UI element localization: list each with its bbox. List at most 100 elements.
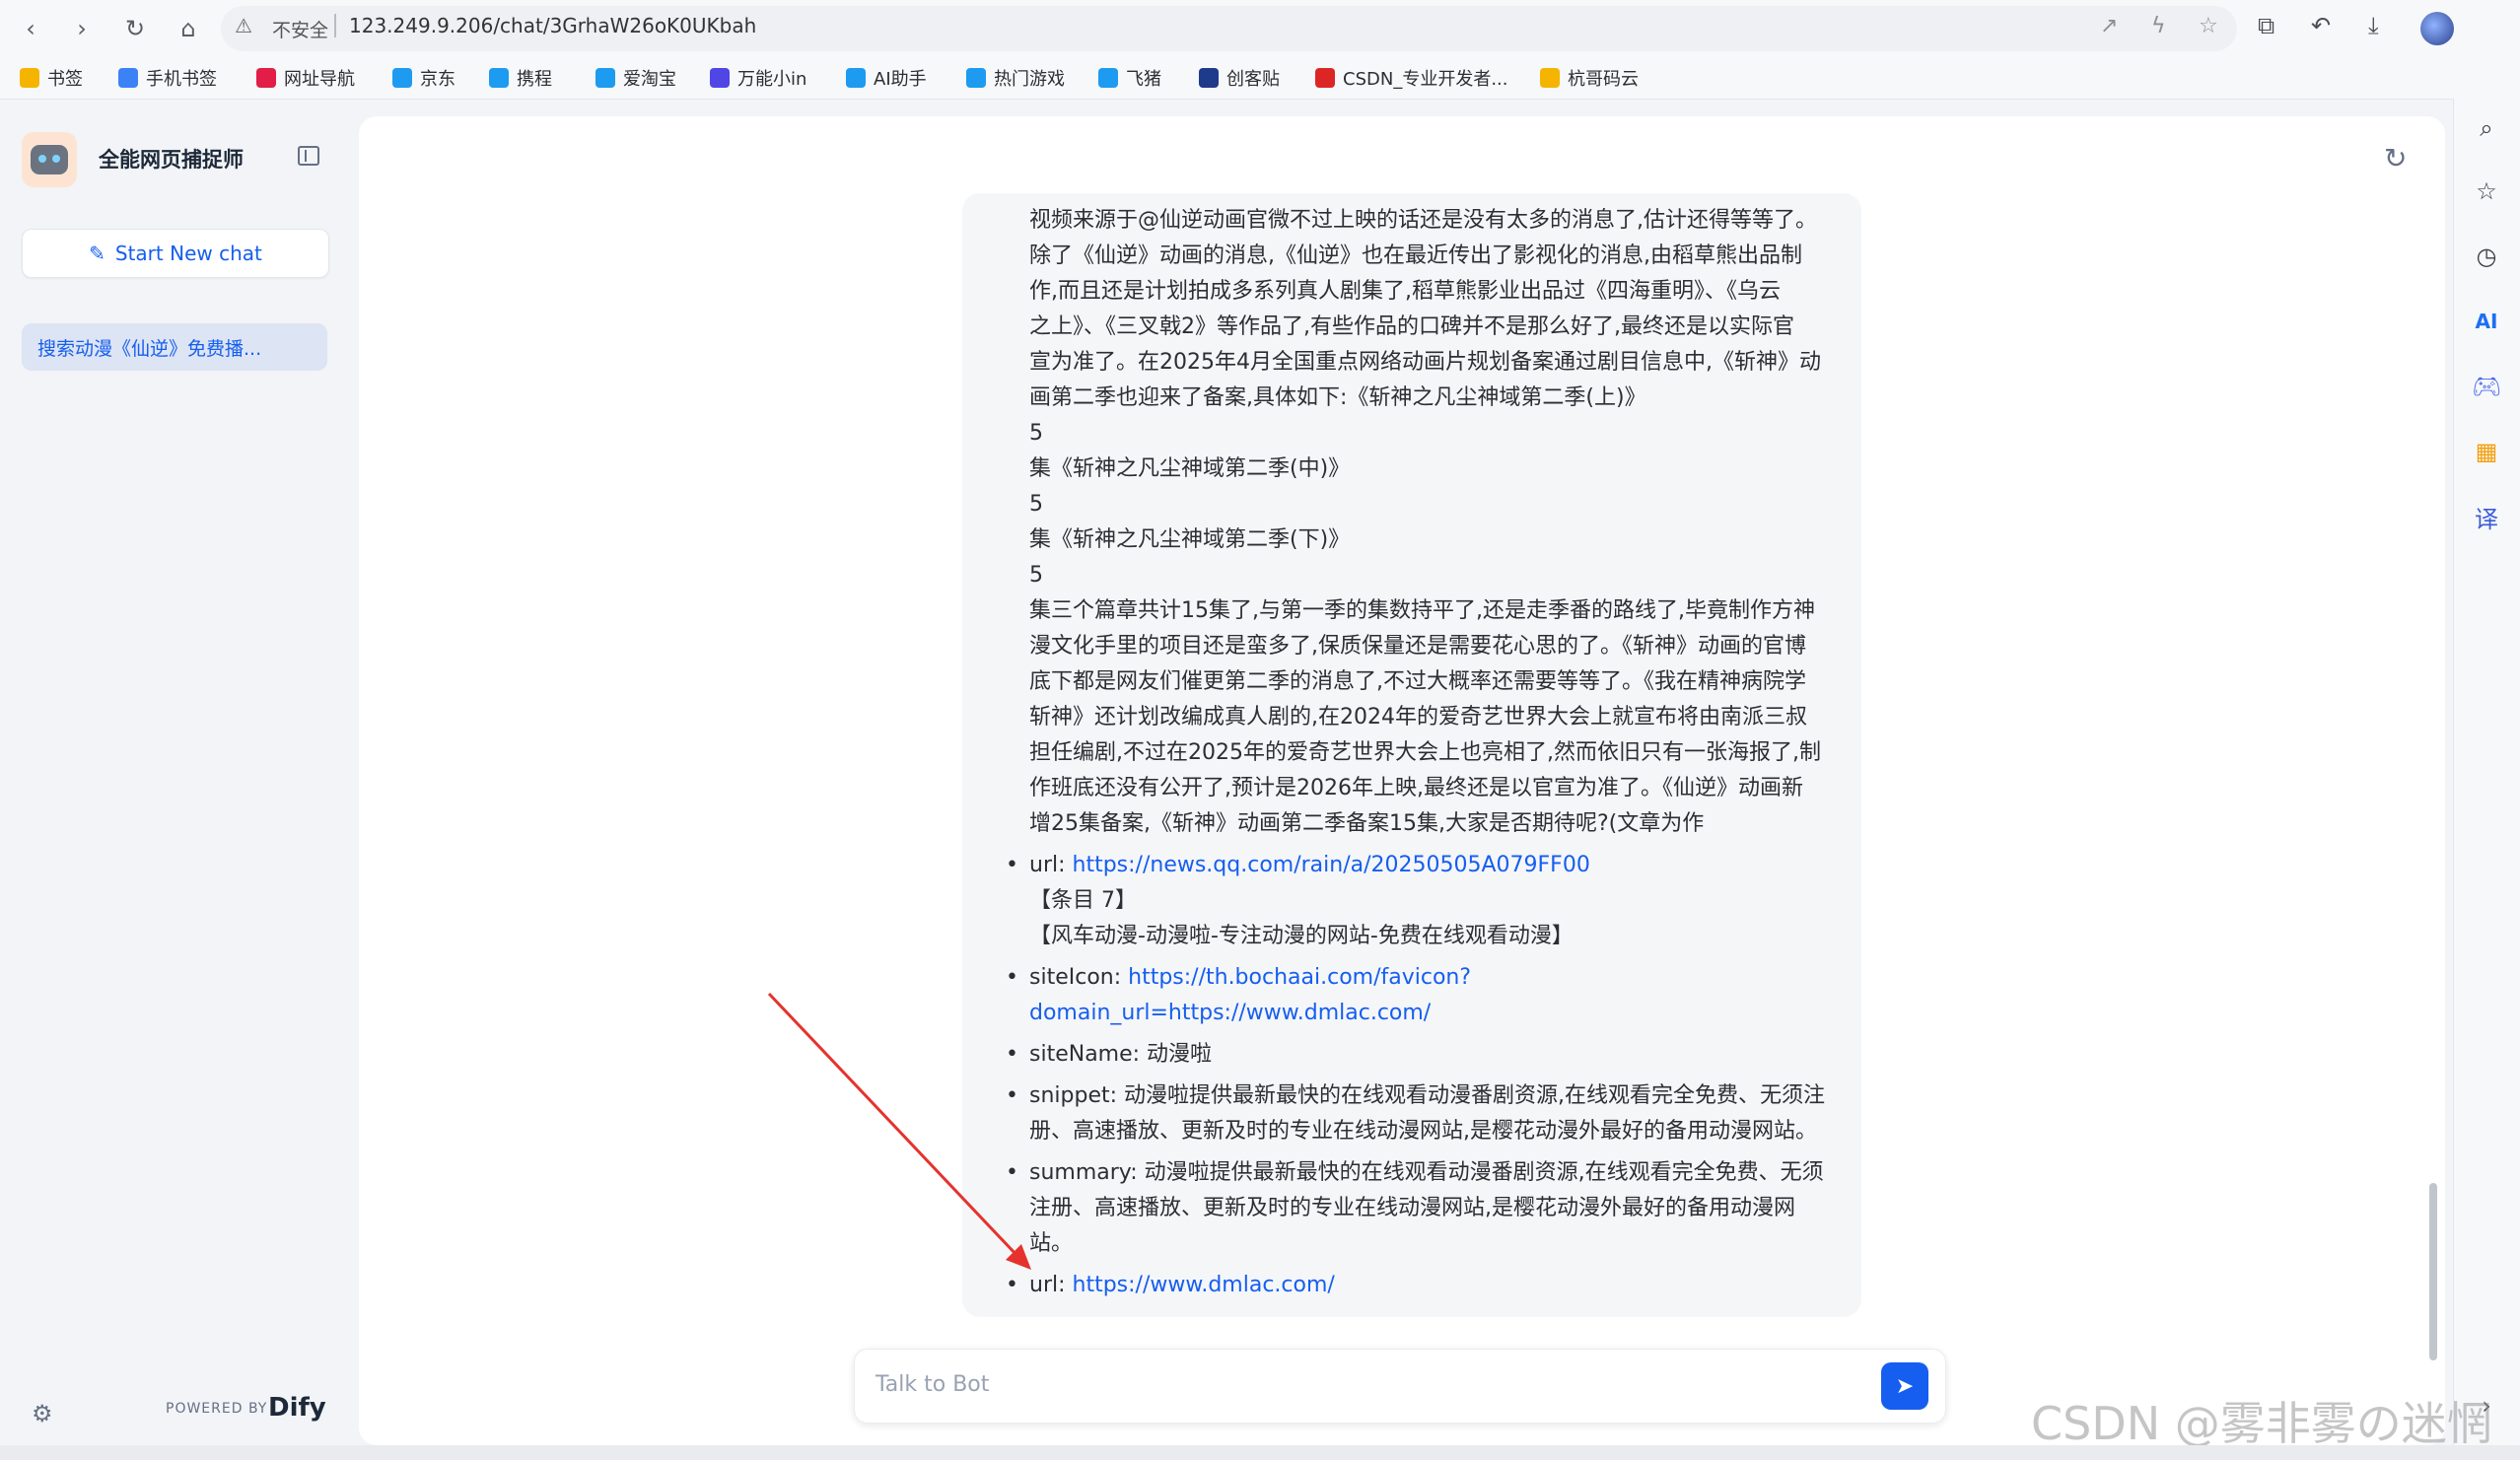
paragraph-line: 5 [1029,563,1043,588]
bookmark-label: 飞猪 [1126,69,1161,90]
share-icon[interactable]: ↗ [2100,14,2118,38]
favorites-star-icon[interactable]: ☆ [2471,175,2502,207]
bolt-icon[interactable]: ϟ [2151,14,2166,38]
bookmark-icon [20,68,39,88]
chat-input[interactable] [854,1349,1946,1424]
reload-icon[interactable]: ↻ [118,12,152,45]
bookmark-label: 爱淘宝 [623,69,676,90]
watermark: CSDN @雾非雾の迷惘 [2031,1397,2492,1450]
bookmark-label: 创客贴 [1226,69,1280,90]
bookmark-item[interactable]: CSDN_专业开发者... [1315,65,1507,91]
bookmark-icon [392,68,412,88]
news-url-link[interactable]: https://news.qq.com/rain/a/20250505A079F… [1073,853,1590,877]
bookmark-label: 手机书签 [146,69,217,90]
bookmark-icon [595,68,615,88]
bookmark-icon [1540,68,1560,88]
bookmark-item[interactable]: 杭哥码云 [1540,65,1639,91]
paragraph-line: 斩神》还计划改编成真人剧的,在2024年的爱奇艺世界大会上就宣布将由南派三叔 [1029,705,1807,730]
insecure-label[interactable]: 不安全 [272,16,328,42]
warning-icon[interactable]: ⚠ [235,14,252,37]
bookmark-item[interactable]: 网址导航 [256,65,355,91]
gamepad-icon[interactable]: 🎮︎ [2471,371,2502,402]
list-item-url-final: url: https://www.dmlac.com/ [1006,1268,1838,1303]
profile-avatar[interactable] [2420,12,2454,45]
bookmark-icon [710,68,730,88]
siteicon-link-line2[interactable]: domain_url=https://www.dmlac.com/ [1029,1001,1431,1025]
bookmark-item[interactable]: 手机书签 [118,65,217,91]
bookmark-item[interactable]: 飞猪 [1098,65,1161,91]
bookmark-label: 万能小in [737,69,807,90]
search-icon[interactable]: ⌕ [2471,112,2502,144]
paragraph-line: 5 [1029,492,1043,517]
app-title: 全能网页捕捉师 [99,148,244,172]
robot-icon [31,145,68,174]
bookmark-icon [846,68,866,88]
bookmark-label: 书签 [47,69,83,90]
paragraph-line: 除了《仙逆》动画的消息,《仙逆》也在最近传出了影视化的消息,由稻草熊出品制 [1029,243,1802,268]
bookmark-item[interactable]: 万能小in [710,65,806,91]
bookmark-icon [118,68,138,88]
bookmark-icon [966,68,986,88]
ai-assistant-icon[interactable]: AI [2471,306,2502,337]
bookmark-icon [256,68,276,88]
siteicon-link-line1[interactable]: https://th.bochaai.com/favicon? [1128,965,1471,990]
bookmark-item[interactable]: AI助手 [846,65,927,91]
paragraph-line: 担任编剧,不过在2025年的爱奇艺世界大会上也亮相了,然而依旧只有一张海报了,制 [1029,740,1821,765]
undo-dropdown-icon[interactable]: ↶ [2311,12,2331,39]
chat-input-placeholder[interactable]: Talk to Bot [875,1372,989,1397]
paragraph-line: 集《斩神之凡尘神域第二季(下)》 [1029,527,1351,552]
conversation-item[interactable]: 搜索动漫《仙逆》免费播... [22,323,327,371]
download-icon[interactable]: ⤓ [2368,12,2379,39]
bookmark-label: 网址导航 [284,69,355,90]
bookmark-item[interactable]: 热门游戏 [966,65,1065,91]
send-button[interactable]: ➤ [1881,1362,1928,1410]
list-item-siteicon: siteIcon: https://th.bochaai.com/favicon… [1006,960,1838,1031]
bookmark-item[interactable]: 创客贴 [1199,65,1280,91]
settings-sliders-icon[interactable]: ⚙ [32,1400,53,1427]
start-new-chat-label: Start New chat [114,242,262,265]
scrollbar-thumb[interactable] [2429,1183,2437,1360]
toolbox-icon[interactable]: ▦ [2471,436,2502,467]
bookmark-label: 杭哥码云 [1568,69,1639,90]
arrow-shaft [767,992,1019,1258]
paragraph-line: 集三个篇章共计15集了,与第一季的集数持平了,还是走季番的路线了,毕竟制作方神 [1029,598,1815,623]
paragraph-line: 之上》、《三叉戟2》等作品了,有些作品的口碑并不是那么好了,最终还是以实际官 [1029,314,1794,339]
paragraph-line: 作班底还没有公开了,预计是2026年上映,最终还是以官宣为准了。《仙逆》动画新 [1029,776,1803,800]
bookmark-item[interactable]: 携程 [489,65,552,91]
item7-title: 【风车动漫-动漫啦-专注动漫的网站-免费在线观看动漫】 [1029,924,1574,948]
extensions-icon[interactable]: ⧉ [2258,12,2275,39]
sitename-value: 动漫啦 [1147,1042,1213,1067]
sidebar-collapse-icon[interactable] [298,146,319,166]
paragraph-line: 5 [1029,421,1043,446]
bookmark-item[interactable]: 爱淘宝 [595,65,676,91]
paragraph-line: 宣为准了。在2025年4月全国重点网络动画片规划备案通过剧目信息中,《斩神》动 [1029,350,1821,375]
powered-by-label: POWERED BY [166,1401,268,1417]
result-list: url: https://news.qq.com/rain/a/20250505… [1006,848,1838,1303]
snippet-value: 动漫啦提供最新最快的在线观看动漫番剧资源,在线观看完全免费、无须注册、高速播放、… [1029,1083,1826,1144]
bookmark-item[interactable]: 京东 [392,65,455,91]
app-logo [22,132,77,187]
dify-logo: Dify [268,1393,326,1423]
forward-arrow-icon[interactable]: › [65,12,99,45]
edit-icon: ✎ [89,242,105,265]
paragraph-line: 视频来源于@仙逆动画官微不过上映的话还是没有太多的消息了,估计还得等等了。 [1029,208,1817,233]
home-icon[interactable]: ⌂ [172,12,205,45]
paragraph-line: 画第二季也迎来了备案,具体如下:《斩神之凡尘神域第二季(上)》 [1029,385,1646,410]
refresh-conversation-icon[interactable]: ↻ [2384,142,2407,174]
browser-sidebar [2453,99,2520,1445]
annotation-arrow [767,992,1031,1270]
list-item-summary: summary: 动漫啦提供最新最快的在线观看动漫番剧资源,在线观看完全免费、无… [1006,1155,1838,1262]
start-new-chat-button[interactable]: ✎ Start New chat [22,229,329,278]
bookmark-item[interactable]: 书签 [20,65,83,91]
bookmark-icon [1315,68,1335,88]
list-item-snippet: snippet: 动漫啦提供最新最快的在线观看动漫番剧资源,在线观看完全免费、无… [1006,1078,1838,1149]
window-bottom-edge [0,1445,2520,1460]
site-url-link[interactable]: https://www.dmlac.com/ [1073,1273,1335,1297]
back-arrow-icon[interactable]: ‹ [14,12,47,45]
history-clock-icon[interactable]: ◷ [2471,241,2502,272]
paragraph-line: 底下都是网友们催更第二季的消息了,不过大概率还需要等等了。《我在精神病院学 [1029,669,1806,694]
translate-icon[interactable]: 译 [2471,501,2502,533]
url-text[interactable]: 123.249.9.206/chat/3GrhaW26oK0UKbah [349,14,756,37]
favorite-star-icon[interactable]: ☆ [2199,14,2218,38]
item7-heading: 【条目 7】 [1029,888,1137,913]
